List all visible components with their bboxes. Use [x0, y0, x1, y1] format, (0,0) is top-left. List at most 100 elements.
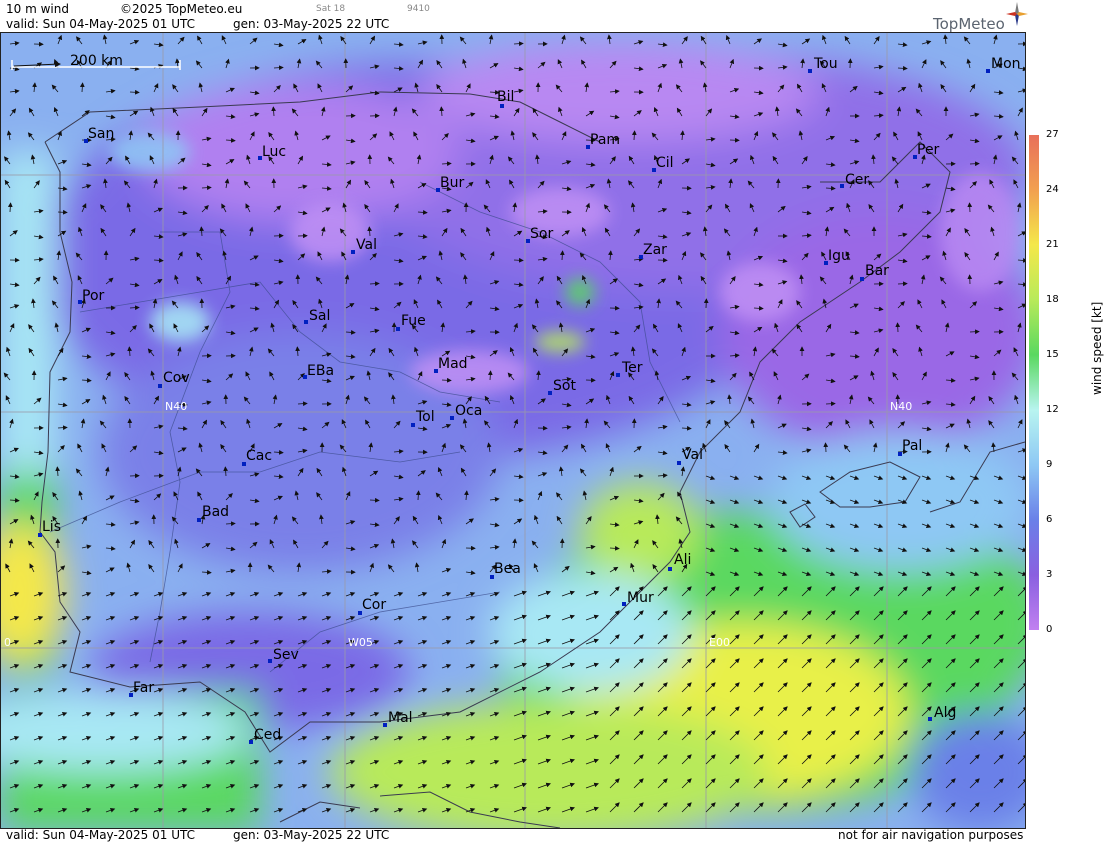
city-lis[interactable]: Lis	[38, 519, 61, 537]
svg-text:Cer: Cer	[845, 172, 869, 188]
svg-text:Tol: Tol	[415, 409, 435, 425]
city-ced[interactable]: Ced	[249, 727, 281, 744]
product-title: 10 m wind	[6, 2, 69, 16]
wind-arrow	[513, 257, 524, 263]
legend-tick-6: 6	[1046, 514, 1053, 525]
grid-label-n40-right: N40	[890, 400, 912, 413]
svg-text:Sot: Sot	[553, 378, 576, 394]
legend-tick-9: 9	[1046, 459, 1053, 470]
city-luc[interactable]: Luc	[258, 144, 286, 160]
logo-text: TopMeteo	[933, 15, 1005, 33]
wind-arrow	[57, 209, 68, 215]
legend-tick-15: 15	[1046, 349, 1059, 360]
wind-arrow	[969, 329, 980, 335]
svg-text:Val: Val	[682, 447, 703, 463]
grid-label-w10: 0	[4, 636, 11, 649]
svg-text:Per: Per	[917, 142, 940, 158]
wind-map[interactable]: 200 km N40 N40 W05 E00 0 San Luc Bil Pam…	[0, 32, 1025, 828]
scale-label: 200 km	[70, 53, 123, 69]
city-igu[interactable]: Igu	[824, 248, 850, 265]
legend-tick-27: 27	[1046, 129, 1059, 140]
svg-text:Tou: Tou	[813, 56, 838, 72]
legend-tick-21: 21	[1046, 239, 1059, 250]
legend-tick-24: 24	[1046, 184, 1059, 195]
svg-text:Zar: Zar	[643, 242, 667, 258]
city-pam[interactable]: Pam	[586, 132, 620, 149]
legend-title: wind speed [kt]	[1090, 301, 1104, 395]
compass-star-icon	[1006, 2, 1028, 26]
svg-text:Bad: Bad	[202, 504, 229, 520]
footer-valid-time: valid: Sun 04-May-2025 01 UTC	[6, 828, 195, 842]
svg-text:San: San	[88, 126, 114, 142]
legend-color-bar	[1029, 135, 1039, 630]
svg-text:Igu: Igu	[828, 248, 850, 264]
city-per[interactable]: Per	[913, 142, 940, 159]
city-mal[interactable]: Mal	[383, 710, 413, 727]
wind-arrow	[967, 202, 973, 213]
svg-text:Mal: Mal	[388, 710, 413, 726]
footer-generation-time: gen: 03-May-2025 22 UTC	[233, 828, 390, 842]
wind-arrow	[823, 442, 829, 453]
wind-arrow	[895, 322, 901, 333]
city-bad[interactable]: Bad	[197, 504, 229, 522]
svg-text:Cor: Cor	[362, 597, 386, 613]
wind-arrow	[441, 377, 452, 383]
svg-text:Luc: Luc	[262, 144, 286, 160]
svg-text:Cov: Cov	[163, 370, 190, 386]
city-oca[interactable]: Oca	[450, 403, 482, 420]
city-bea[interactable]: Bea	[490, 561, 521, 579]
grid-label-w05: W05	[348, 636, 373, 649]
svg-text:Cac: Cac	[246, 448, 272, 464]
svg-text:Oca: Oca	[455, 403, 482, 419]
svg-text:Lis: Lis	[42, 519, 61, 535]
city-sot[interactable]: Sot	[548, 378, 576, 395]
run-id: 9410	[407, 4, 430, 14]
city-cor[interactable]: Cor	[358, 597, 386, 615]
svg-text:Pal: Pal	[902, 438, 922, 454]
city-cov[interactable]: Cov	[158, 370, 190, 388]
svg-text:Bea: Bea	[494, 561, 521, 577]
svg-text:Alg: Alg	[934, 705, 956, 721]
svg-text:Val: Val	[356, 237, 377, 253]
city-cil[interactable]: Cil	[652, 155, 674, 172]
svg-text:Cil: Cil	[656, 155, 674, 171]
svg-text:Mon: Mon	[991, 56, 1021, 72]
city-mur[interactable]: Mur	[622, 590, 654, 606]
city-mon[interactable]: Mon	[986, 56, 1021, 73]
svg-text:Sal: Sal	[309, 308, 330, 324]
valid-time: valid: Sun 04-May-2025 01 UTC	[6, 17, 195, 31]
generation-time: gen: 03-May-2025 22 UTC	[233, 17, 390, 31]
svg-text:Fue: Fue	[401, 313, 426, 329]
svg-text:Far: Far	[133, 680, 154, 696]
city-far[interactable]: Far	[129, 680, 154, 697]
legend-tick-0: 0	[1046, 624, 1053, 635]
city-zar[interactable]: Zar	[639, 242, 667, 259]
grid-label-e00: E00	[709, 636, 730, 649]
city-pal[interactable]: Pal	[898, 438, 922, 456]
wind-arrow	[825, 401, 836, 407]
city-por[interactable]: Por	[78, 288, 105, 304]
legend-tick-3: 3	[1046, 569, 1053, 580]
topmeteo-logo: TopMeteo	[932, 2, 1028, 33]
city-bur[interactable]: Bur	[436, 175, 464, 192]
city-bar[interactable]: Bar	[860, 263, 889, 281]
svg-text:Bur: Bur	[440, 175, 464, 191]
svg-text:Bar: Bar	[865, 263, 889, 279]
city-sor[interactable]: Sor	[526, 226, 553, 243]
city-sev[interactable]: Sev	[268, 647, 299, 663]
svg-text:Ali: Ali	[674, 552, 691, 568]
sat-label: Sat 18	[316, 4, 346, 14]
grid-label-n40-left: N40	[165, 400, 187, 413]
city-eba[interactable]: EBa	[303, 363, 334, 379]
svg-text:Sev: Sev	[273, 647, 299, 663]
city-mad[interactable]: Mad	[434, 356, 468, 373]
copyright: ©2025 TopMeteo.eu	[120, 2, 243, 16]
city-san[interactable]: San	[84, 126, 114, 143]
city-cac[interactable]: Cac	[242, 448, 272, 466]
svg-text:Mad: Mad	[438, 356, 468, 372]
city-fue[interactable]: Fue	[396, 313, 426, 331]
svg-text:Ced: Ced	[254, 727, 281, 743]
legend-tick-12: 12	[1046, 404, 1059, 415]
city-cer[interactable]: Cer	[840, 172, 869, 188]
svg-text:Mur: Mur	[627, 590, 654, 606]
